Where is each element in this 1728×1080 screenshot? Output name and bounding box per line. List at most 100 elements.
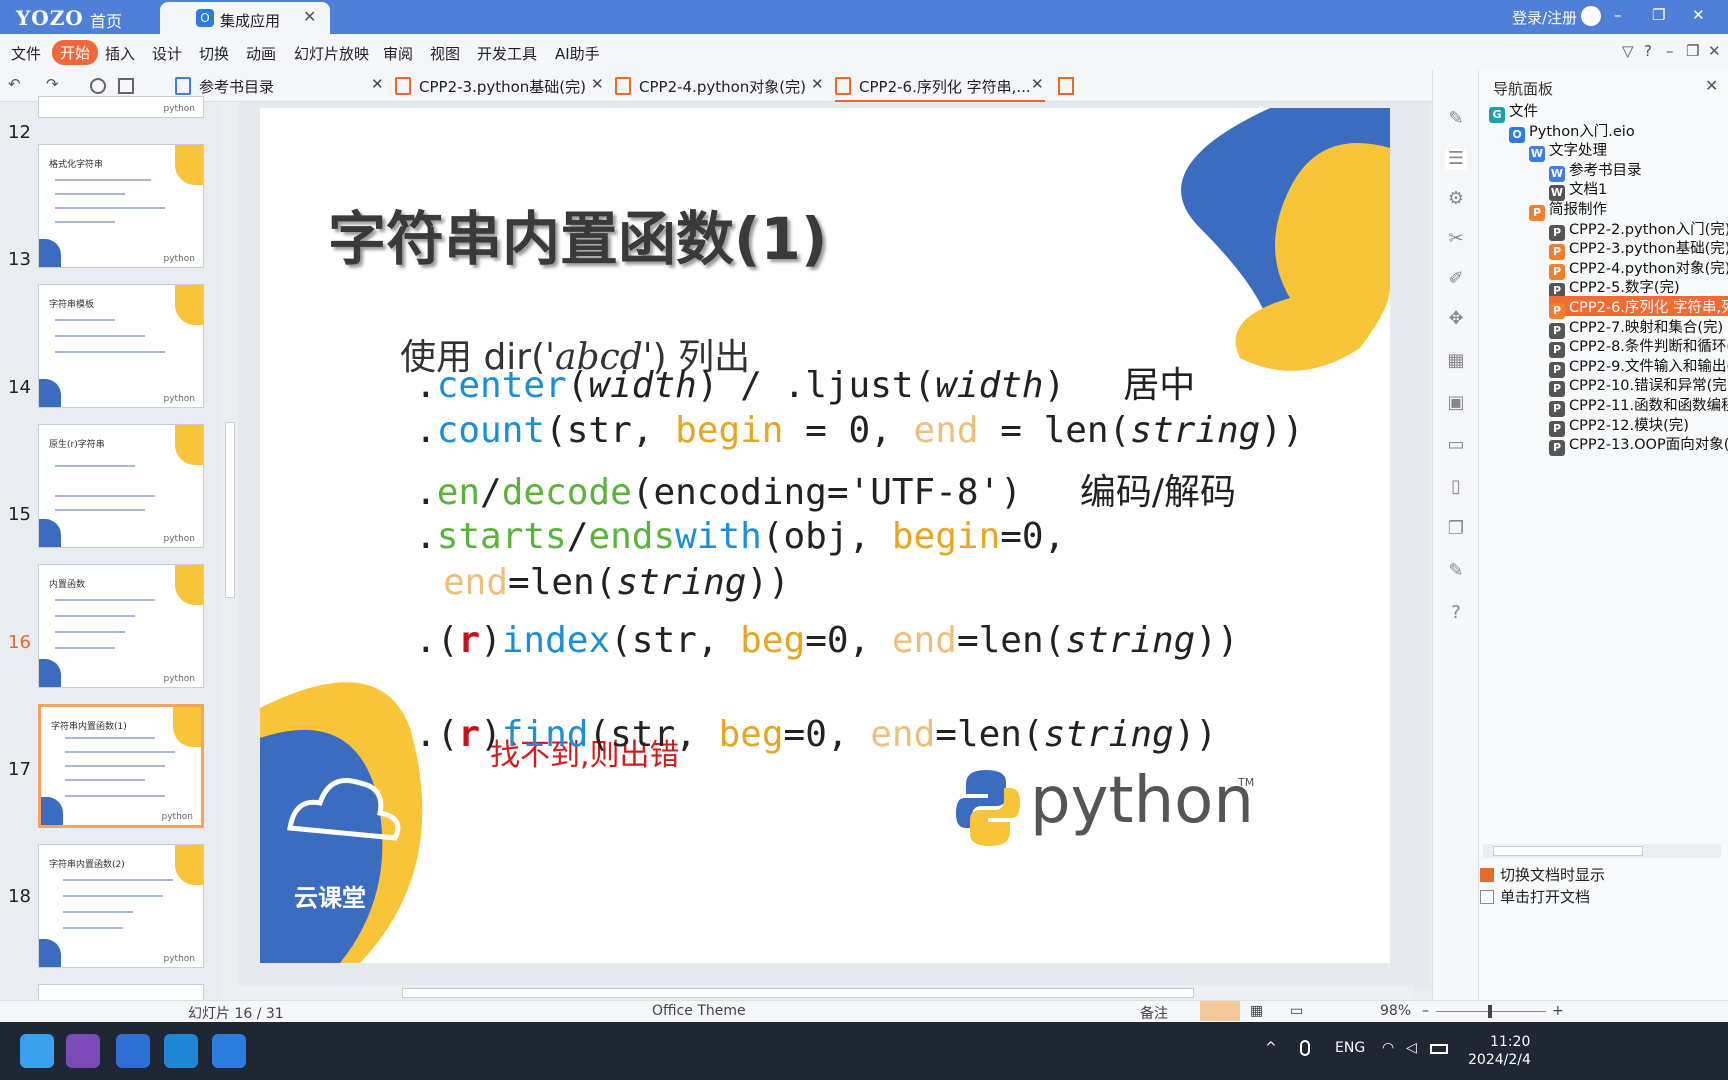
zoom-in-button[interactable]: + — [1552, 1003, 1564, 1019]
slide-horizontal-scrollbar[interactable] — [238, 985, 1414, 1001]
wifi-icon[interactable]: ◠ — [1382, 1040, 1394, 1056]
close-tab-icon[interactable]: ✕ — [303, 7, 316, 26]
edit-icon[interactable]: ✎ — [1445, 560, 1467, 582]
menu-insert[interactable]: 插入 — [105, 43, 135, 64]
close-icon[interactable]: ✕ — [811, 75, 824, 93]
single-click-open-option[interactable]: 单击打开文档 — [1480, 886, 1590, 907]
slide-vertical-scrollbar[interactable] — [1414, 102, 1430, 988]
menu-transition[interactable]: 切换 — [199, 43, 229, 64]
doc-minimize-button[interactable]: – — [1666, 42, 1674, 60]
nav-tree-item[interactable]: P CPP2-12.模块(完) — [1549, 414, 1689, 437]
notes-button[interactable]: 备注 — [1140, 1003, 1168, 1023]
doc-tab-cpp2-3[interactable]: CPP2-3.python基础(完) ✕ — [395, 70, 615, 102]
comment-icon[interactable]: ▭ — [1445, 434, 1467, 456]
image-icon[interactable]: ▣ — [1445, 392, 1467, 414]
scrollbar-thumb[interactable] — [402, 988, 1194, 998]
login-link[interactable]: 登录/注册 — [1512, 7, 1577, 28]
nav-tree-item[interactable]: P CPP2-10.错误和异常(完) — [1549, 374, 1728, 398]
slide-thumbnail[interactable]: 格式化字符串 python — [38, 144, 204, 268]
doc-tab-cpp2-4[interactable]: CPP2-4.python对象(完) ✕ — [615, 70, 835, 102]
thumbnail-scrollbar[interactable] — [222, 102, 238, 1000]
sliders-icon[interactable]: ⚙ — [1445, 188, 1467, 210]
slide-thumbnail[interactable]: python — [38, 96, 204, 118]
menu-file[interactable]: 文件 — [11, 43, 41, 64]
menu-view[interactable]: 视图 — [430, 43, 460, 64]
nav-tree-item[interactable]: P CPP2-5.数字(完) — [1549, 276, 1680, 300]
tray-expand-icon[interactable]: ^ — [1265, 1040, 1277, 1056]
nav-tree-item[interactable]: W 文档1 — [1549, 178, 1607, 202]
menu-slideshow[interactable]: 幻灯片放映 — [294, 43, 369, 64]
doc-tab-reference[interactable]: 参考书目录 ✕ — [175, 70, 395, 102]
nav-tree-item[interactable]: P CPP2-7.映射和集合(完) — [1549, 316, 1723, 339]
sorter-view-icon[interactable]: ▦ — [1250, 1003, 1263, 1019]
menu-home[interactable]: 开始 — [52, 40, 99, 65]
nav-tree-item[interactable]: W 参考书目录 — [1549, 159, 1642, 182]
volume-icon[interactable]: ◁ — [1406, 1040, 1417, 1056]
nav-horizontal-scrollbar[interactable] — [1483, 844, 1721, 858]
redo-icon[interactable]: ↷ — [46, 75, 59, 93]
slide-thumbnail[interactable]: 内置函数 python — [38, 564, 204, 688]
help-icon[interactable]: ? — [1644, 42, 1652, 60]
app-tab-integrated[interactable]: O 集成应用 ✕ — [160, 2, 330, 34]
menu-design[interactable]: 设计 — [152, 43, 182, 64]
switch-doc-display-option[interactable]: 切换文档时显示 — [1480, 864, 1605, 885]
nav-tree-item[interactable]: PCPP2-8.条件判断和循环(完 — [1549, 335, 1728, 359]
slide[interactable]: 云课堂 字符串内置函数(1) 使用 dir('abcd') 列出 .center… — [260, 108, 1390, 963]
clock-time[interactable]: 11:20 — [1490, 1034, 1530, 1050]
close-button[interactable]: ✕ — [1692, 6, 1705, 24]
nav-tree-item[interactable]: W 文字处理 — [1529, 139, 1607, 163]
scrollbar-thumb[interactable] — [1493, 846, 1643, 856]
save-icon[interactable] — [118, 78, 134, 94]
menu-animation[interactable]: 动画 — [246, 43, 276, 64]
start-menu-icon[interactable] — [20, 1034, 54, 1068]
close-icon[interactable]: ✕ — [371, 75, 384, 93]
home-tab[interactable]: 首页 — [90, 8, 122, 32]
slide-thumbnail[interactable]: 原生(r)字符串 python — [38, 424, 204, 548]
checkbox-checked[interactable] — [1480, 868, 1494, 882]
microphone-icon[interactable] — [1300, 1040, 1310, 1056]
app-mail-icon[interactable] — [116, 1034, 150, 1068]
vscode-icon[interactable] — [164, 1034, 198, 1068]
tools-icon[interactable]: ✂ — [1445, 228, 1467, 250]
menu-ai-assistant[interactable]: AI助手 — [555, 43, 600, 64]
nav-tree-item[interactable]: PCPP2-9.文件输入和输出(完 — [1549, 355, 1728, 378]
minimize-button[interactable]: – — [1614, 6, 1622, 24]
normal-view-icon[interactable] — [1200, 1001, 1240, 1021]
pen-icon[interactable]: ✎ — [1445, 108, 1467, 130]
close-icon[interactable]: ✕ — [1705, 76, 1718, 95]
menu-developer[interactable]: 开发工具 — [477, 43, 537, 64]
nav-tree-item[interactable]: P 简报制作 — [1529, 198, 1607, 221]
nav-tree-item[interactable]: O Python入门.eio — [1509, 120, 1635, 143]
scrollbar-thumb[interactable] — [225, 422, 235, 598]
doc-close-button[interactable]: ✕ — [1708, 42, 1721, 60]
copy-icon[interactable]: ❐ — [1445, 518, 1467, 540]
brush-icon[interactable]: ✐ — [1445, 268, 1467, 290]
nav-tree-item[interactable]: P CPP2-4.python对象(完) — [1549, 257, 1728, 280]
list-icon[interactable]: ☰ — [1445, 148, 1467, 170]
book-icon[interactable]: ▯ — [1445, 476, 1467, 498]
nav-tree-item[interactable]: P CPP2-11.函数和函数编程 — [1549, 394, 1728, 417]
checkbox-unchecked[interactable] — [1480, 890, 1494, 904]
slide-thumbnail-selected[interactable]: 字符串内置函数(1) python — [38, 704, 204, 828]
close-icon[interactable]: ✕ — [1031, 75, 1044, 93]
nav-tree-item[interactable]: P CPP2-2.python入门(完) — [1549, 218, 1728, 241]
move-icon[interactable]: ✥ — [1445, 308, 1467, 330]
doc-restore-button[interactable]: ❐ — [1686, 42, 1699, 60]
battery-icon[interactable] — [1430, 1044, 1448, 1054]
zoom-out-button[interactable]: – — [1422, 1003, 1429, 1019]
nav-tree-item[interactable]: P CPP2-13.OOP面向对象(完 — [1549, 433, 1728, 457]
undo-icon[interactable]: ↶ — [8, 75, 21, 93]
slide-thumbnail[interactable]: 字符串模板 python — [38, 284, 204, 408]
slideshow-view-icon[interactable]: ▭ — [1290, 1003, 1303, 1019]
input-language[interactable]: ENG — [1335, 1040, 1365, 1056]
doc-tab-cpp2-6[interactable]: CPP2-6.序列化 字符串,... ✕ — [835, 70, 1045, 102]
menu-review[interactable]: 审阅 — [383, 43, 413, 64]
nav-tree-item[interactable]: G 文件 — [1489, 100, 1538, 123]
clock-date[interactable]: 2024/2/4 — [1468, 1052, 1531, 1068]
app-paint-icon[interactable] — [66, 1034, 100, 1068]
slide-thumbnail[interactable]: 字符串内置函数(2) python — [38, 844, 204, 968]
grid-icon[interactable]: ▦ — [1445, 350, 1467, 372]
search-icon[interactable] — [90, 78, 106, 94]
help-circle-icon[interactable]: ? — [1445, 602, 1467, 624]
nav-tree-item[interactable]: P CPP2-6.序列化 字符串,列 — [1549, 296, 1728, 319]
